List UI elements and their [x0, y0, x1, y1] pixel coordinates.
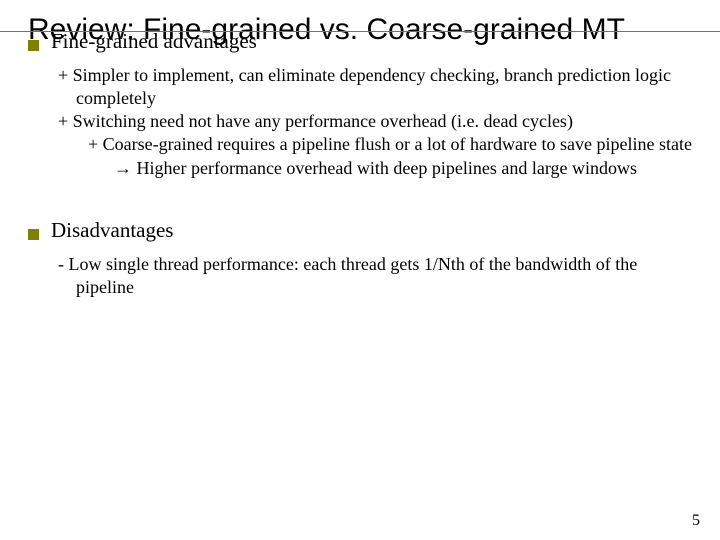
sub-sub-item: + Coarse-grained requires a pipeline flu… [88, 133, 692, 156]
sub-block: - Low single thread performance: each th… [58, 253, 692, 299]
title-underline [0, 31, 720, 33]
slide-container: Review: Fine-grained vs. Coarse-grained … [0, 0, 720, 540]
slide-content: Fine-grained advantages + Simpler to imp… [28, 29, 692, 298]
sub-item: - Low single thread performance: each th… [58, 253, 692, 299]
sub-block: + Simpler to implement, can eliminate de… [58, 64, 692, 179]
sub-item: + Simpler to implement, can eliminate de… [58, 64, 692, 110]
bullet-label: Disadvantages [51, 218, 173, 243]
deep-block: → Higher performance overhead with deep … [114, 157, 692, 180]
square-bullet-icon [28, 229, 39, 240]
deep-item: → Higher performance overhead with deep … [114, 157, 692, 180]
square-bullet-icon [28, 40, 39, 51]
page-number: 5 [692, 512, 700, 530]
sub-item: + Switching need not have any performanc… [58, 110, 692, 133]
bullet-item: Disadvantages [28, 218, 692, 243]
sub-sub-block: + Coarse-grained requires a pipeline flu… [88, 133, 692, 179]
title-wrap: Review: Fine-grained vs. Coarse-grained … [28, 12, 692, 47]
slide-title: Review: Fine-grained vs. Coarse-grained … [28, 12, 692, 47]
